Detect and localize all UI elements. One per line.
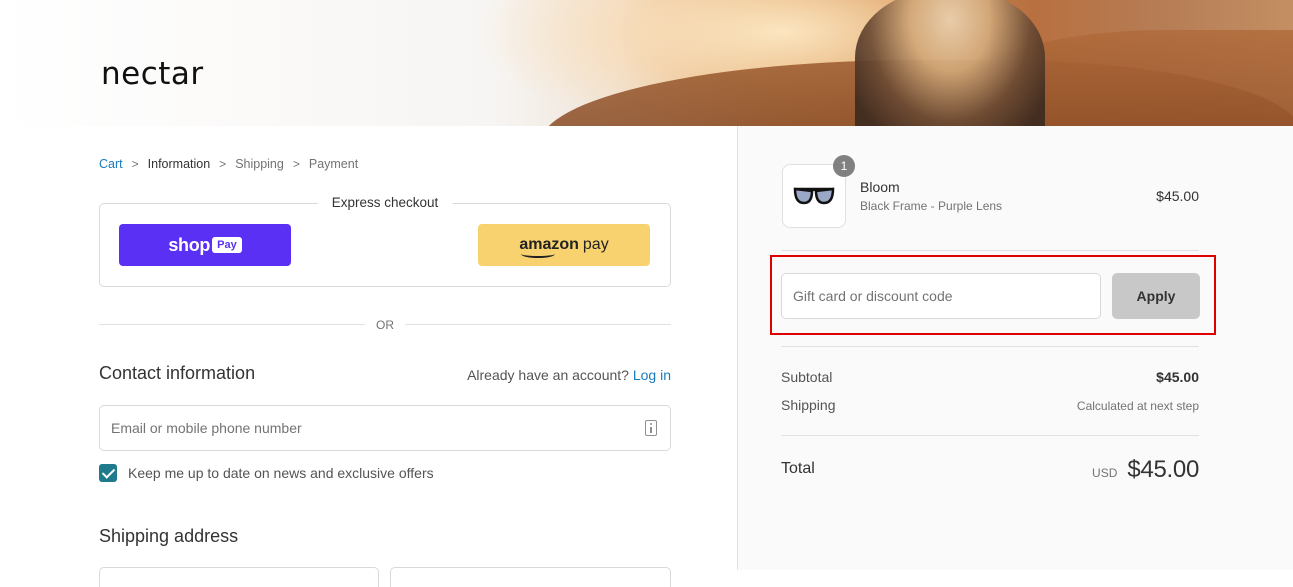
- apply-discount-button[interactable]: Apply: [1112, 273, 1200, 319]
- total-amount: $45.00: [1127, 456, 1199, 483]
- breadcrumb-shipping: Shipping: [235, 157, 284, 171]
- account-prompt: Already have an account? Log in: [467, 367, 671, 383]
- checkout-main: Cart > Information > Shipping > Payment …: [0, 126, 737, 587]
- banner-person-image: [855, 0, 1045, 126]
- last-name-field[interactable]: [390, 567, 671, 587]
- contact-information-heading: Contact information: [99, 363, 256, 383]
- newsletter-label[interactable]: Keep me up to date on news and exclusive…: [128, 465, 434, 481]
- product-variant: Black Frame - Purple Lens: [860, 199, 1003, 213]
- shop-pay-pay-badge: Pay: [212, 237, 242, 253]
- discount-code-input[interactable]: [782, 274, 1100, 318]
- product-price: $45.00: [1156, 188, 1199, 204]
- login-link[interactable]: Log in: [633, 367, 671, 383]
- divider-line: [781, 250, 1199, 251]
- breadcrumb: Cart > Information > Shipping > Payment: [99, 157, 358, 171]
- subtotal-value: $45.00: [1156, 369, 1199, 385]
- newsletter-checkbox[interactable]: [99, 464, 117, 482]
- breadcrumb-payment: Payment: [308, 157, 359, 171]
- chevron-right-icon: >: [292, 157, 300, 171]
- shipping-label: Shipping: [781, 397, 836, 413]
- order-summary: 1 Bloom Black Frame - Purple Lens $45.00…: [737, 126, 1293, 570]
- first-name-field[interactable]: [99, 567, 379, 587]
- discount-code-field[interactable]: [781, 273, 1101, 319]
- total-currency: USD: [1092, 466, 1118, 480]
- account-prompt-text: Already have an account?: [467, 367, 629, 383]
- subtotal-label: Subtotal: [781, 369, 833, 385]
- express-checkout-title: Express checkout: [317, 195, 453, 210]
- shipping-address-heading: Shipping address: [99, 526, 239, 546]
- amazon-pay-button[interactable]: amazon pay: [478, 224, 650, 266]
- amazon-pay-text: pay: [582, 236, 609, 253]
- shop-pay-logo-text: shop: [168, 234, 211, 255]
- shop-pay-button[interactable]: shop Pay: [119, 224, 291, 266]
- divider-line: [99, 324, 365, 325]
- total-label: Total: [781, 460, 815, 477]
- store-logo[interactable]: nectar: [101, 56, 204, 92]
- header-banner: nectar: [0, 0, 1293, 126]
- sunglasses-icon: [793, 187, 835, 205]
- or-text: OR: [376, 318, 394, 332]
- breadcrumb-cart[interactable]: Cart: [99, 157, 123, 171]
- divider-line: [781, 346, 1199, 347]
- newsletter-option[interactable]: Keep me up to date on news and exclusive…: [99, 464, 434, 482]
- email-input[interactable]: [111, 406, 631, 450]
- total-value-group: USD $45.00: [1092, 456, 1199, 484]
- email-field[interactable]: [99, 405, 671, 451]
- or-divider: OR: [99, 318, 671, 332]
- express-checkout: Express checkout shop Pay amazon pay: [99, 195, 671, 287]
- info-icon[interactable]: [645, 420, 657, 436]
- amazon-logo-text: amazon: [519, 236, 579, 258]
- product-name: Bloom: [860, 179, 900, 195]
- shipping-value: Calculated at next step: [1076, 399, 1199, 413]
- divider-line: [781, 435, 1199, 436]
- quantity-badge: 1: [833, 155, 855, 177]
- chevron-right-icon: >: [219, 157, 227, 171]
- chevron-right-icon: >: [131, 157, 139, 171]
- divider-line: [405, 324, 671, 325]
- breadcrumb-information: Information: [147, 157, 211, 171]
